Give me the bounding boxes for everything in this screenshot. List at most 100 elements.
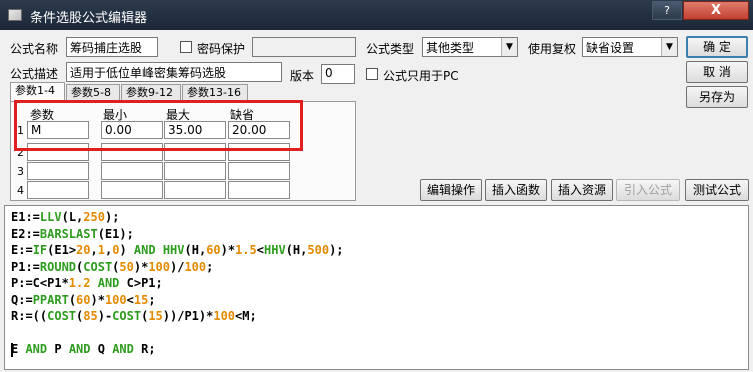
- code-token: C>P1;: [119, 276, 163, 290]
- code-token: E:=: [11, 243, 33, 257]
- code-token: 1: [97, 243, 105, 257]
- help-button[interactable]: ?: [652, 1, 682, 20]
- ok-button[interactable]: 确 定: [686, 36, 748, 58]
- code-token: ))/P1)*: [162, 309, 214, 323]
- code-token: 250: [83, 210, 105, 224]
- insert-function-button[interactable]: 插入函数: [485, 179, 547, 201]
- insert-resource-button[interactable]: 插入资源: [551, 179, 613, 201]
- code-token: 85: [83, 309, 98, 323]
- formula-name-input[interactable]: 筹码捕庄选股: [66, 37, 158, 57]
- code-token: LLV: [39, 210, 62, 224]
- save-as-button[interactable]: 另存为: [686, 86, 748, 108]
- code-token: AND: [97, 276, 120, 290]
- code-line: E AND P AND Q AND R;: [11, 342, 156, 356]
- param-row-number: 3: [17, 165, 24, 178]
- formula-code-editor[interactable]: E1:=LLV(L,250); E2:=BARSLAST(E1); E:=IF(E1…: [4, 205, 749, 370]
- code-line: E:=IF(E1>20,1,0) AND HHV(H,60)*1.5<HHV(H…: [11, 243, 344, 257]
- code-token: )*: [90, 292, 105, 307]
- param-max-cell[interactable]: [164, 162, 226, 180]
- code-token: 100: [184, 259, 207, 274]
- tab-params-1-4[interactable]: 参数1-4: [10, 82, 65, 102]
- code-token: ): [119, 243, 134, 257]
- formula-type-value: 其他类型: [426, 41, 475, 55]
- param-name-cell[interactable]: [27, 181, 89, 199]
- param-min-cell[interactable]: [101, 181, 163, 199]
- param-min-cell[interactable]: [101, 162, 163, 180]
- code-token: P:=C<P1*: [11, 276, 69, 290]
- chevron-down-icon: ▼: [501, 38, 517, 56]
- title-bar[interactable]: 条件选股公式编辑器 ? X: [0, 0, 753, 30]
- code-token: )-: [97, 309, 113, 323]
- formula-type-label: 公式类型: [366, 42, 415, 56]
- version-label: 版本: [290, 69, 315, 83]
- code-token: AND: [25, 342, 48, 356]
- code-token: );: [104, 210, 120, 224]
- test-formula-button[interactable]: 测试公式: [685, 179, 749, 201]
- chevron-down-icon: ▼: [661, 38, 677, 56]
- cancel-button[interactable]: 取 消: [686, 61, 748, 83]
- close-button[interactable]: X: [683, 1, 749, 20]
- formula-editor-window: 条件选股公式编辑器 ? X 公式名称 筹码捕庄选股 密码保护 公式类型 其他类型…: [0, 0, 753, 372]
- code-token: E: [11, 342, 26, 356]
- pc-only-checkbox[interactable]: [366, 68, 378, 80]
- code-token: E1:=: [11, 210, 40, 224]
- code-token: <M;: [235, 309, 257, 323]
- code-token: (E1>: [47, 243, 77, 257]
- rights-select[interactable]: 缺省设置 ▼: [582, 37, 678, 57]
- code-token: R;: [133, 342, 156, 356]
- code-token: R:=((: [11, 309, 48, 323]
- code-token: 50: [119, 259, 134, 274]
- code-token: 1.5: [235, 243, 257, 257]
- code-token: )*: [220, 243, 236, 257]
- formula-desc-label: 公式描述: [10, 67, 59, 81]
- highlight-box: [14, 100, 303, 151]
- edit-ops-button[interactable]: 编辑操作: [420, 179, 482, 201]
- code-token: Q:=: [11, 292, 33, 307]
- version-input[interactable]: 0: [321, 64, 355, 84]
- rights-value: 缺省设置: [586, 41, 635, 55]
- code-line: R:=((COST(85)-COST(15))/P1)*100<M;: [11, 309, 257, 323]
- code-token: HHV: [264, 243, 286, 257]
- code-token: )*: [133, 259, 149, 274]
- code-line: E2:=BARSLAST(E1);: [11, 227, 134, 241]
- code-token: 1.2: [68, 276, 91, 290]
- import-formula-button[interactable]: 引入公式: [616, 179, 680, 201]
- code-token: 15: [133, 292, 149, 307]
- code-token: (E1);: [97, 226, 134, 241]
- formula-type-select[interactable]: 其他类型 ▼: [422, 37, 518, 57]
- code-token: ;: [148, 292, 156, 307]
- param-max-cell[interactable]: [164, 181, 226, 199]
- code-token: HHV: [162, 243, 185, 257]
- password-label: 密码保护: [197, 42, 246, 56]
- code-token: 60: [206, 243, 221, 257]
- code-line: Q:=PPART(60)*100<15;: [11, 293, 156, 307]
- code-token: E2:=: [11, 226, 40, 241]
- code-token: AND: [112, 342, 134, 356]
- password-checkbox[interactable]: [180, 41, 192, 53]
- code-token: BARSLAST: [39, 226, 98, 241]
- code-token: 100: [213, 309, 236, 323]
- code-token: Q: [90, 342, 113, 356]
- app-icon: [8, 9, 22, 21]
- code-token: <: [256, 243, 265, 257]
- param-name-cell[interactable]: [27, 162, 89, 180]
- formula-desc-input[interactable]: 适用于低位单峰密集筹码选股: [66, 62, 282, 82]
- code-token: (: [68, 292, 77, 307]
- param-default-cell[interactable]: [228, 181, 290, 199]
- param-row-number: 4: [17, 184, 24, 197]
- param-default-cell[interactable]: [228, 162, 290, 180]
- code-token: );: [329, 243, 344, 257]
- code-token: P: [47, 342, 69, 356]
- code-token: (H,: [285, 243, 308, 257]
- code-token: COST: [83, 259, 113, 274]
- code-token: ;: [206, 259, 214, 274]
- code-token: P1:=: [11, 259, 40, 274]
- password-input[interactable]: [252, 37, 356, 57]
- code-token: 100: [148, 259, 170, 274]
- code-line: P1:=ROUND(COST(50)*100)/100;: [11, 260, 213, 274]
- code-token: <: [126, 292, 134, 307]
- code-token: 500: [307, 243, 330, 257]
- code-token: (H,: [184, 243, 207, 257]
